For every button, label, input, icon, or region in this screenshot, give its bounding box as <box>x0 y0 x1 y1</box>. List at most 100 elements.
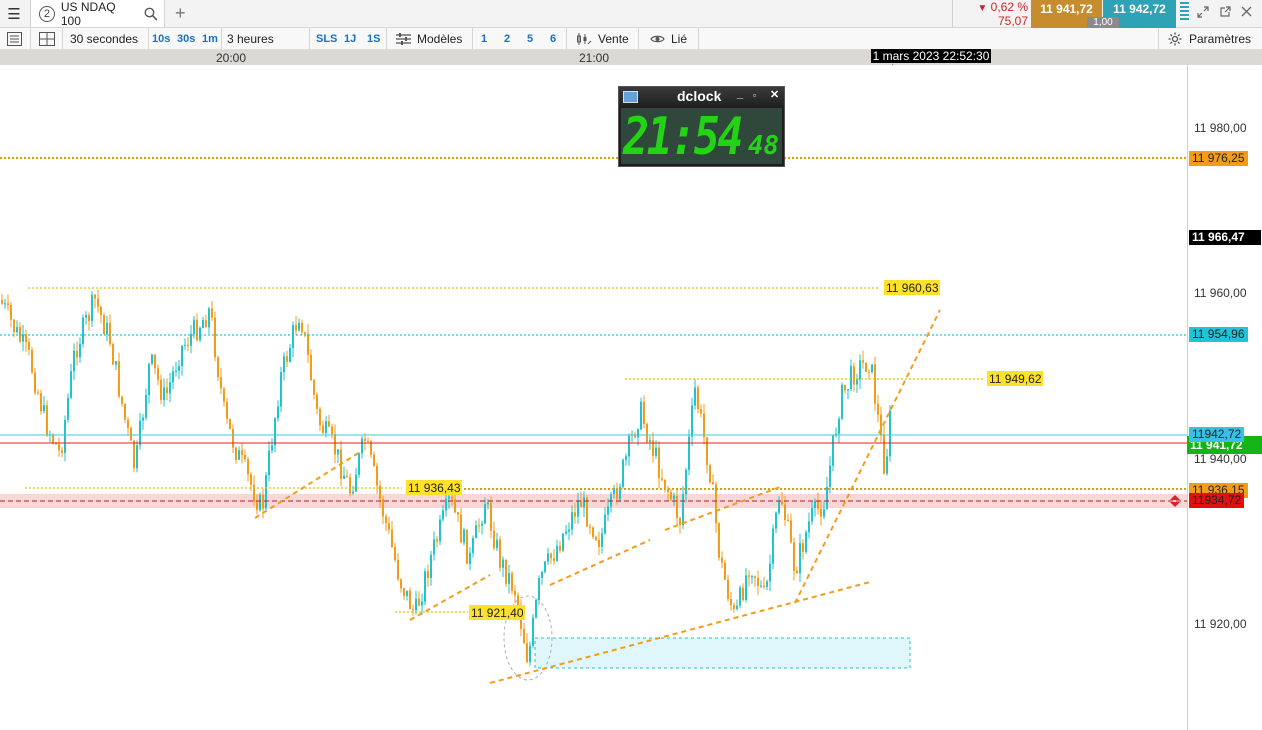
candle-body <box>577 501 579 517</box>
candle-body <box>814 500 816 508</box>
candle-body <box>229 418 231 429</box>
range-1s-button[interactable]: 1S <box>367 28 380 50</box>
candle-body <box>649 440 651 442</box>
close-icon[interactable] <box>1241 6 1252 17</box>
candle-body <box>226 401 228 419</box>
interval-10s-button[interactable]: 10s <box>152 28 170 50</box>
drag-handle-icon[interactable] <box>1169 494 1181 508</box>
popout-icon[interactable] <box>1219 6 1231 18</box>
annotation-949: 11 949,62 <box>989 372 1042 386</box>
candle-body <box>238 450 240 460</box>
candle-body <box>256 501 258 511</box>
quantity-field[interactable]: 1,00 <box>1087 17 1119 28</box>
candle-body <box>118 361 120 397</box>
candle-body <box>805 532 807 552</box>
candle-body <box>157 368 159 380</box>
candle-body <box>142 417 144 421</box>
candle-body <box>793 542 795 571</box>
candle-body <box>565 531 567 534</box>
price-tag-ask: 11942,72 <box>1189 427 1245 442</box>
maximize-icon[interactable]: ▫ <box>753 90 756 100</box>
candle-body <box>574 512 576 517</box>
candle-body <box>253 484 255 502</box>
preset-5-button[interactable]: 5 <box>527 28 533 50</box>
candle-body <box>364 438 366 441</box>
add-tab-icon[interactable]: + <box>175 3 186 24</box>
interval-30s-button[interactable]: 30s <box>177 28 195 50</box>
candle-body <box>187 344 189 346</box>
candle-body <box>838 418 840 434</box>
candle-body <box>421 601 423 606</box>
layout-icon[interactable] <box>39 32 55 46</box>
candle-body <box>328 421 330 427</box>
candle-body <box>262 494 264 509</box>
candle-body <box>433 539 435 555</box>
settings-button[interactable]: Paramètres <box>1189 28 1251 50</box>
candle-body <box>241 450 243 455</box>
candle-body <box>121 396 123 404</box>
preset-6-button[interactable]: 6 <box>550 28 556 50</box>
range-sls-button[interactable]: SLS <box>316 28 337 50</box>
search-icon[interactable] <box>144 7 158 21</box>
preset-1-button[interactable]: 1 <box>481 28 487 50</box>
candle-body <box>727 579 729 599</box>
candle-body <box>715 484 717 524</box>
candle-body <box>220 377 222 389</box>
interval-select[interactable]: 30 secondes <box>70 28 138 50</box>
close-icon[interactable]: ✕ <box>770 88 779 101</box>
candle-body <box>685 469 687 495</box>
candle-body <box>424 571 426 602</box>
candle-body <box>442 510 444 520</box>
candle-body <box>511 573 513 591</box>
candle-body <box>847 389 849 391</box>
candle-body <box>430 554 432 578</box>
candle-body <box>271 445 273 451</box>
candle-body <box>718 523 720 558</box>
range-1j-button[interactable]: 1J <box>344 28 356 50</box>
instrument-tab[interactable]: 2 US NDAQ 100 <box>30 0 165 28</box>
candle-body <box>277 406 279 419</box>
candle-body <box>94 294 96 299</box>
dclock-time: 21:54 <box>622 108 741 164</box>
candle-body <box>349 477 351 494</box>
candle-body <box>754 576 756 578</box>
candle-body <box>61 450 63 453</box>
candle-body <box>52 434 54 443</box>
candle-body <box>769 563 771 582</box>
candle-body <box>856 379 858 385</box>
templates-button[interactable]: Modèles <box>417 28 462 50</box>
candle-body <box>286 356 288 362</box>
candle-body <box>301 322 303 333</box>
expand-icon[interactable] <box>1197 6 1209 18</box>
eye-icon[interactable] <box>650 34 665 44</box>
menu-icon[interactable]: ☰ <box>0 0 28 27</box>
range-select[interactable]: 3 heures <box>227 28 274 50</box>
side-select[interactable]: Vente <box>598 28 629 50</box>
candle-body <box>196 319 198 341</box>
candle-body <box>595 536 597 540</box>
interval-1m-button[interactable]: 1m <box>202 28 218 50</box>
sliders-icon[interactable] <box>396 32 411 46</box>
candle-body <box>454 499 456 513</box>
candlestick-icon[interactable] <box>576 32 592 46</box>
dclock-window[interactable]: dclock _ ▫ ✕ 21:54 48 <box>618 86 785 167</box>
candle-body <box>37 392 39 394</box>
candle-body <box>481 523 483 526</box>
dclock-titlebar[interactable]: dclock _ ▫ ✕ <box>619 87 784 107</box>
candle-body <box>127 419 129 428</box>
list-icon[interactable] <box>7 32 22 46</box>
gear-icon[interactable] <box>1168 32 1182 46</box>
candle-body <box>139 420 141 446</box>
price-chart[interactable]: 11 960,63 11 949,62 11 936,43 11 921,40 <box>0 65 1188 730</box>
candle-body <box>283 356 285 373</box>
minimize-icon[interactable]: _ <box>737 88 743 100</box>
linked-toggle[interactable]: Lié <box>671 28 687 50</box>
time-axis: 20:00 21:00 <box>0 50 1262 65</box>
preset-2-button[interactable]: 2 <box>504 28 510 50</box>
candle-body <box>148 363 150 395</box>
candle-body <box>583 497 585 508</box>
candle-body <box>112 344 114 365</box>
link-color-icon[interactable] <box>1180 2 1189 24</box>
tab-number-badge: 2 <box>39 5 55 22</box>
candle-body <box>154 354 156 369</box>
